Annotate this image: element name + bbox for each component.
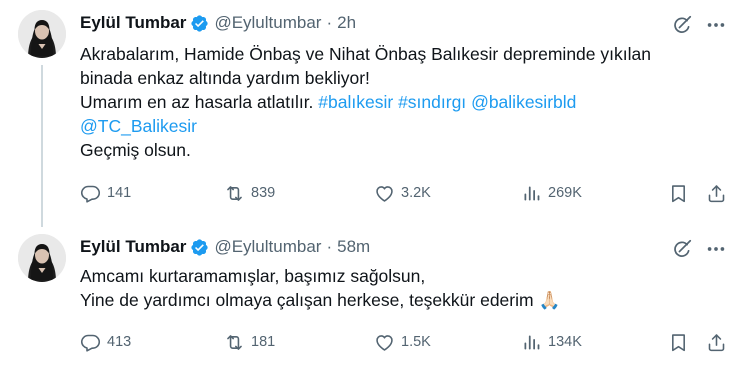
tweet[interactable]: Eylül Tumbar @Eylultumbar · 2h Akrabalar… <box>0 0 743 224</box>
repost-count: 181 <box>251 334 276 350</box>
tweet-text-line: Amcamı kurtaramamışlar, başımız sağolsun… <box>80 264 720 288</box>
text-segment: Yine de yardımcı olmaya çalışan herkese,… <box>80 290 561 310</box>
text-segment: Geçmiş olsun. <box>80 140 191 160</box>
reply-count: 141 <box>107 185 132 201</box>
views-icon <box>521 332 542 353</box>
author-name[interactable]: Eylül Tumbar <box>80 13 186 33</box>
views-count: 269K <box>548 185 582 201</box>
action-bar: 413 181 1.5K 134K <box>80 331 730 353</box>
bookmark-button[interactable] <box>668 331 689 353</box>
author-handle[interactable]: @Eylultumbar <box>214 237 321 257</box>
timestamp[interactable]: 2h <box>337 13 356 33</box>
text-segment: Akrabalarım, Hamide Önbaş ve Nihat Önbaş… <box>80 44 651 64</box>
share-button[interactable] <box>706 331 727 353</box>
avatar[interactable] <box>18 10 66 58</box>
tweet-text: Amcamı kurtaramamışlar, başımız sağolsun… <box>80 264 720 312</box>
tweet-text-line: binada enkaz altında yardım bekliyor! <box>80 66 720 90</box>
views-count: 134K <box>548 334 582 350</box>
bookmark-icon <box>668 183 689 204</box>
tweet-text-line: Geçmiş olsun. <box>80 138 720 162</box>
like-icon <box>374 183 395 204</box>
hashtag-link[interactable]: #balıkesir <box>318 92 393 112</box>
repost-button[interactable]: 181 <box>224 331 275 353</box>
bookmark-icon <box>668 332 689 353</box>
text-segment: Amcamı kurtaramamışlar, başımız sağolsun… <box>80 266 426 286</box>
action-bar: 141 839 3.2K 269K <box>80 182 730 204</box>
author-name[interactable]: Eylül Tumbar <box>80 237 186 257</box>
like-count: 1.5K <box>401 334 431 350</box>
reply-count: 413 <box>107 334 132 350</box>
reply-button[interactable]: 141 <box>80 182 131 204</box>
like-button[interactable]: 1.5K <box>374 331 431 353</box>
reply-icon <box>80 332 101 353</box>
verified-badge-icon <box>190 238 209 257</box>
views-icon <box>521 183 542 204</box>
repost-count: 839 <box>251 185 276 201</box>
separator-dot: · <box>326 13 333 32</box>
tweet-text-line: Yine de yardımcı olmaya çalışan herkese,… <box>80 288 720 312</box>
tweet-text-line: Akrabalarım, Hamide Önbaş ve Nihat Önbaş… <box>80 42 720 66</box>
avatar[interactable] <box>18 234 66 282</box>
reply-button[interactable]: 413 <box>80 331 131 353</box>
tweet-text-line: @TC_Balikesir <box>80 114 720 138</box>
timestamp[interactable]: 58m <box>337 237 370 257</box>
text-segment: Umarım en az hasarla atlatılır. <box>80 92 319 112</box>
share-button[interactable] <box>706 182 727 204</box>
grok-icon[interactable] <box>671 238 693 260</box>
views-button[interactable]: 134K <box>521 331 582 353</box>
mention-link[interactable]: @TC_Balikesir <box>80 116 197 136</box>
like-icon <box>374 332 395 353</box>
tweet-text: Akrabalarım, Hamide Önbaş ve Nihat Önbaş… <box>80 42 720 162</box>
share-icon <box>706 332 727 353</box>
like-count: 3.2K <box>401 185 431 201</box>
repost-icon <box>224 332 245 353</box>
more-icon[interactable] <box>705 14 727 36</box>
author-handle[interactable]: @Eylultumbar <box>214 13 321 33</box>
hashtag-link[interactable]: #sındırgı <box>398 92 466 112</box>
mention-link[interactable]: @balikesirbld <box>471 92 576 112</box>
tweet-header: Eylül Tumbar @Eylultumbar · 58m <box>80 236 370 258</box>
tweet-header: Eylül Tumbar @Eylultumbar · 2h <box>80 12 356 34</box>
verified-badge-icon <box>190 14 209 33</box>
bookmark-button[interactable] <box>668 182 689 204</box>
repost-button[interactable]: 839 <box>224 182 275 204</box>
share-icon <box>706 183 727 204</box>
like-button[interactable]: 3.2K <box>374 182 431 204</box>
reply-icon <box>80 183 101 204</box>
grok-icon[interactable] <box>671 14 693 36</box>
tweet-text-line: Umarım en az hasarla atlatılır. #balıkes… <box>80 90 720 114</box>
tweet[interactable]: Eylül Tumbar @Eylultumbar · 58m Amcamı k… <box>0 224 743 379</box>
repost-icon <box>224 183 245 204</box>
separator-dot: · <box>326 237 333 256</box>
views-button[interactable]: 269K <box>521 182 582 204</box>
more-icon[interactable] <box>705 238 727 260</box>
text-segment: binada enkaz altında yardım bekliyor! <box>80 68 370 88</box>
